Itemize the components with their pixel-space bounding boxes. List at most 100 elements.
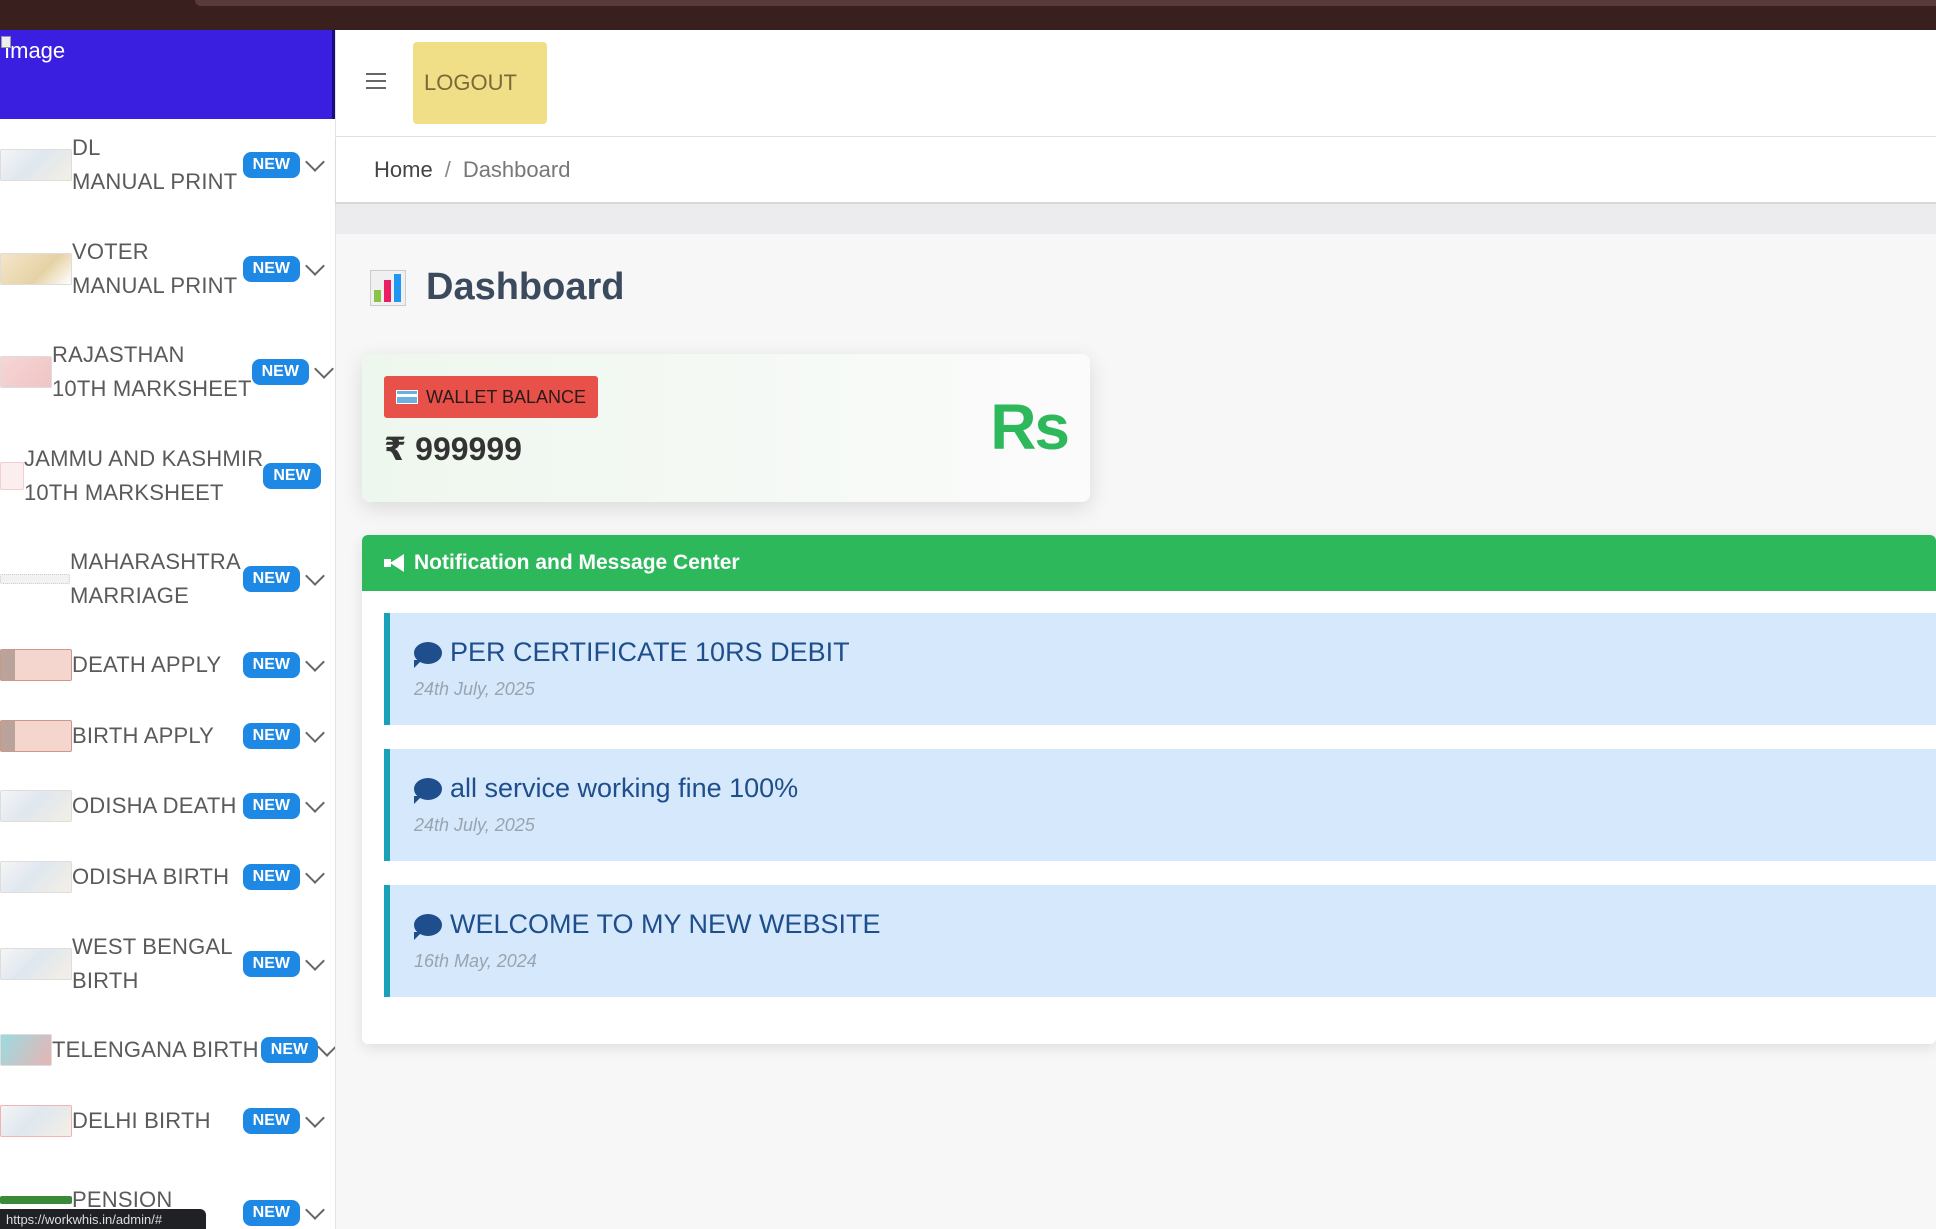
notification-title: all service working fine 100% — [414, 773, 798, 804]
marksheet-thumbnail — [0, 462, 24, 490]
sidebar-logo[interactable]: Image — [0, 30, 335, 119]
chevron-down-icon[interactable] — [305, 1200, 325, 1220]
sidebar-item-label: VOTER MANUAL PRINT — [72, 239, 238, 298]
sidebar-item-label: RAJASTHAN 10TH MARKSHEET — [52, 342, 252, 401]
voter-card-thumbnail — [0, 253, 72, 285]
notification-title-text: PER CERTIFICATE 10RS DEBIT — [450, 637, 850, 667]
new-badge: NEW — [263, 463, 321, 489]
chevron-down-icon[interactable] — [305, 152, 325, 172]
sidebar-item-label: TELENGANA BIRTH — [52, 1037, 259, 1062]
chevron-down-icon[interactable] — [314, 359, 334, 379]
top-header: LOGOUT — [336, 30, 1936, 137]
wallet-balance-label: WALLET BALANCE — [426, 386, 587, 407]
sidebar-item-odisha-death[interactable]: ODISHA DEATH NEW — [0, 789, 335, 823]
rupee-icon: Rs — [990, 391, 1070, 463]
notification-item: PER CERTIFICATE 10RS DEBIT 24th July, 20… — [384, 613, 1936, 725]
chevron-down-icon[interactable] — [305, 652, 325, 672]
sidebar-item-telengana-birth[interactable]: TELENGANA BIRTH NEW — [0, 1033, 335, 1067]
new-badge: NEW — [242, 256, 300, 282]
new-badge: NEW — [242, 793, 300, 819]
new-badge: NEW — [242, 566, 300, 592]
credit-card-icon — [396, 390, 418, 404]
wallet-amount: ₹ 999999 — [384, 431, 522, 467]
sidebar: Image DL MANUAL PRINT NEW VOTER MANUAL PRI… — [0, 30, 336, 1229]
notification-title: PER CERTIFICATE 10RS DEBIT — [414, 637, 850, 668]
sidebar-item-west-bengal-birth[interactable]: WEST BENGAL BIRTH NEW — [0, 930, 335, 998]
sidebar-item-label: DELHI BIRTH — [72, 1108, 211, 1133]
hamburger-menu-icon[interactable] — [366, 73, 386, 89]
notification-item: all service working fine 100% 24th July,… — [384, 749, 1936, 861]
certificate-thumbnail — [0, 861, 72, 893]
notification-item: WELCOME TO MY NEW WEBSITE 16th May, 2024 — [384, 885, 1936, 997]
browser-tab-edge — [195, 0, 1936, 6]
sidebar-item-birth-apply[interactable]: BIRTH APPLY NEW — [0, 719, 335, 753]
chevron-down-icon[interactable] — [317, 1037, 335, 1057]
chevron-down-icon[interactable] — [305, 864, 325, 884]
page-title: Dashboard — [370, 266, 624, 309]
breadcrumb-separator: / — [444, 156, 451, 182]
sidebar-item-rajasthan-10th-marksheet[interactable]: RAJASTHAN 10TH MARKSHEET NEW — [0, 338, 335, 406]
content-divider — [336, 204, 1936, 234]
new-badge: NEW — [242, 951, 300, 977]
sidebar-item-label: MAHARASHTRA MARRIAGE — [70, 549, 241, 608]
breadcrumb: Home / Dashboard — [336, 137, 1936, 204]
new-badge: NEW — [242, 723, 300, 749]
notification-title-text: WELCOME TO MY NEW WEBSITE — [450, 909, 881, 939]
notification-title: WELCOME TO MY NEW WEBSITE — [414, 909, 881, 940]
comment-icon — [414, 913, 442, 940]
wallet-balance-badge: WALLET BALANCE — [384, 376, 599, 418]
dl-card-thumbnail — [0, 149, 72, 181]
sidebar-item-odisha-birth[interactable]: ODISHA BIRTH NEW — [0, 860, 335, 894]
wallet-balance-card: WALLET BALANCE ₹ 999999 Rs — [362, 354, 1090, 502]
new-badge: NEW — [242, 864, 300, 890]
sidebar-item-label: JAMMU AND KASHMIR 10TH MARKSHEET — [24, 446, 264, 505]
link-status-bar: https://workwhis.in/admin/# — [0, 1209, 206, 1229]
new-badge: NEW — [242, 152, 300, 178]
sidebar-item-label: ODISHA DEATH — [72, 793, 237, 818]
govt-emblem-thumbnail — [0, 720, 72, 752]
browser-top-bar — [0, 0, 1936, 30]
govt-emblem-thumbnail — [0, 649, 72, 681]
notification-date: 24th July, 2025 — [414, 679, 535, 699]
notification-center: Notification and Message Center PER CERT… — [362, 535, 1936, 1044]
sidebar-item-voter-manual-print[interactable]: VOTER MANUAL PRINT NEW — [0, 235, 335, 303]
pension-thumbnail — [0, 1196, 72, 1204]
sidebar-item-label: ODISHA BIRTH — [72, 864, 230, 889]
new-badge: NEW — [242, 652, 300, 678]
breadcrumb-current: Dashboard — [462, 156, 571, 182]
megaphone-icon — [384, 554, 406, 572]
sidebar-item-jammu-kashmir-10th-marksheet[interactable]: JAMMU AND KASHMIR 10TH MARKSHEET NEW — [0, 442, 335, 510]
comment-icon — [414, 777, 442, 804]
new-badge: NEW — [242, 1108, 300, 1134]
notification-header: Notification and Message Center — [362, 535, 1936, 591]
new-badge: NEW — [251, 359, 309, 385]
new-badge: NEW — [260, 1037, 319, 1063]
page-title-text: Dashboard — [426, 266, 625, 308]
certificate-thumbnail — [0, 948, 72, 980]
chevron-down-icon[interactable] — [305, 793, 325, 813]
notification-header-title: Notification and Message Center — [414, 551, 740, 574]
sidebar-item-label: BIRTH APPLY — [72, 723, 214, 748]
marksheet-thumbnail — [0, 356, 52, 388]
chevron-down-icon[interactable] — [305, 566, 325, 586]
notification-date: 16th May, 2024 — [414, 951, 537, 971]
chevron-down-icon[interactable] — [305, 256, 325, 276]
notification-date: 24th July, 2025 — [414, 815, 535, 835]
breadcrumb-home-link[interactable]: Home — [374, 157, 433, 183]
sidebar-item-death-apply[interactable]: DEATH APPLY NEW — [0, 648, 335, 682]
comment-icon — [414, 641, 442, 668]
sidebar-item-label: DEATH APPLY — [72, 652, 222, 677]
logout-button[interactable]: LOGOUT — [413, 42, 547, 124]
sidebar-item-label: DL MANUAL PRINT — [72, 135, 238, 194]
chevron-down-icon[interactable] — [305, 723, 325, 743]
notification-title-text: all service working fine 100% — [450, 773, 799, 803]
sidebar-item-label: WEST BENGAL BIRTH — [72, 934, 233, 993]
logo-alt-text: Image — [0, 36, 66, 63]
chevron-down-icon[interactable] — [305, 951, 325, 971]
sidebar-item-maharashtra-marriage[interactable]: MAHARASHTRA MARRIAGE NEW — [0, 545, 335, 613]
chevron-down-icon[interactable] — [305, 1108, 325, 1128]
sidebar-item-delhi-birth[interactable]: DELHI BIRTH NEW — [0, 1104, 335, 1138]
sidebar-item-dl-manual-print[interactable]: DL MANUAL PRINT NEW — [0, 131, 335, 199]
marriage-thumbnail — [0, 574, 70, 584]
bar-chart-icon — [370, 269, 406, 306]
